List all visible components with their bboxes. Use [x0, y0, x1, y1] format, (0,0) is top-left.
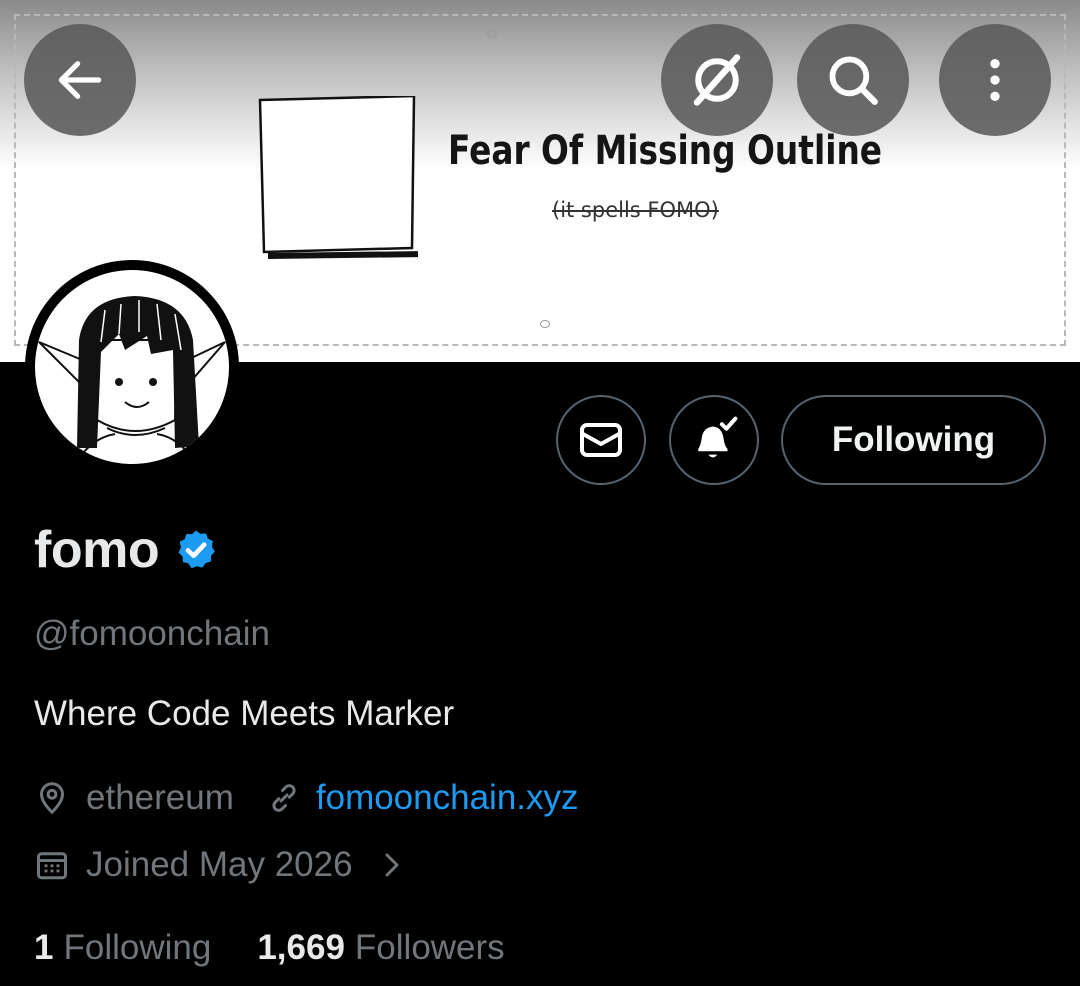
bell-check-icon: [698, 416, 738, 458]
notifications-button[interactable]: [669, 395, 759, 485]
search-button[interactable]: [797, 24, 909, 136]
banner-title: Fear Of Missing Outline: [448, 128, 883, 174]
search-icon: [829, 56, 878, 105]
joined-date: Joined May 2026: [86, 845, 353, 884]
grok-slash-icon: [693, 54, 741, 106]
banner-subtitle: (it spells FOMO): [552, 198, 719, 222]
location-text: ethereum: [86, 778, 234, 817]
back-button[interactable]: [24, 24, 136, 136]
envelope-icon: [580, 423, 622, 457]
more-button[interactable]: [939, 24, 1051, 136]
profile-page: Fear Of Missing Outline (it spells FOMO): [0, 0, 1080, 986]
verified-badge-icon[interactable]: [173, 527, 219, 573]
followers-count: 1,669: [257, 928, 345, 967]
location-pin-icon: [39, 782, 65, 815]
avatar-image: [35, 270, 229, 464]
name-row: fomo: [34, 520, 219, 580]
following-button[interactable]: Following: [781, 395, 1046, 485]
handle: @fomoonchain: [34, 614, 270, 653]
joined-row[interactable]: Joined May 2026: [34, 845, 407, 885]
display-name: fomo: [34, 521, 160, 579]
profile-meta-row: ethereum fomoonchain.xyz: [34, 778, 579, 818]
doodle-dot: [487, 30, 497, 38]
following-stat[interactable]: 1 Following: [34, 928, 211, 968]
website-link[interactable]: fomoonchain.xyz: [316, 778, 579, 818]
doodle-dot: [540, 320, 550, 328]
grok-button[interactable]: [661, 24, 773, 136]
followers-label: Followers: [354, 928, 505, 967]
avatar[interactable]: [25, 260, 239, 474]
more-vertical-icon: [990, 59, 1000, 101]
follow-stats: 1 Following 1,669 Followers: [34, 928, 505, 968]
link-icon: [272, 784, 296, 812]
elf-girl-sketch-icon: [38, 296, 226, 464]
message-button[interactable]: [556, 395, 646, 485]
following-count: 1: [34, 928, 54, 967]
bio: Where Code Meets Marker: [34, 694, 455, 733]
chevron-right-icon: [385, 853, 399, 877]
calendar-icon: [37, 852, 67, 880]
sketch-square-icon: [258, 96, 418, 259]
following-label: Following: [63, 928, 212, 967]
arrow-left-icon: [58, 61, 102, 99]
followers-stat[interactable]: 1,669 Followers: [257, 928, 504, 968]
